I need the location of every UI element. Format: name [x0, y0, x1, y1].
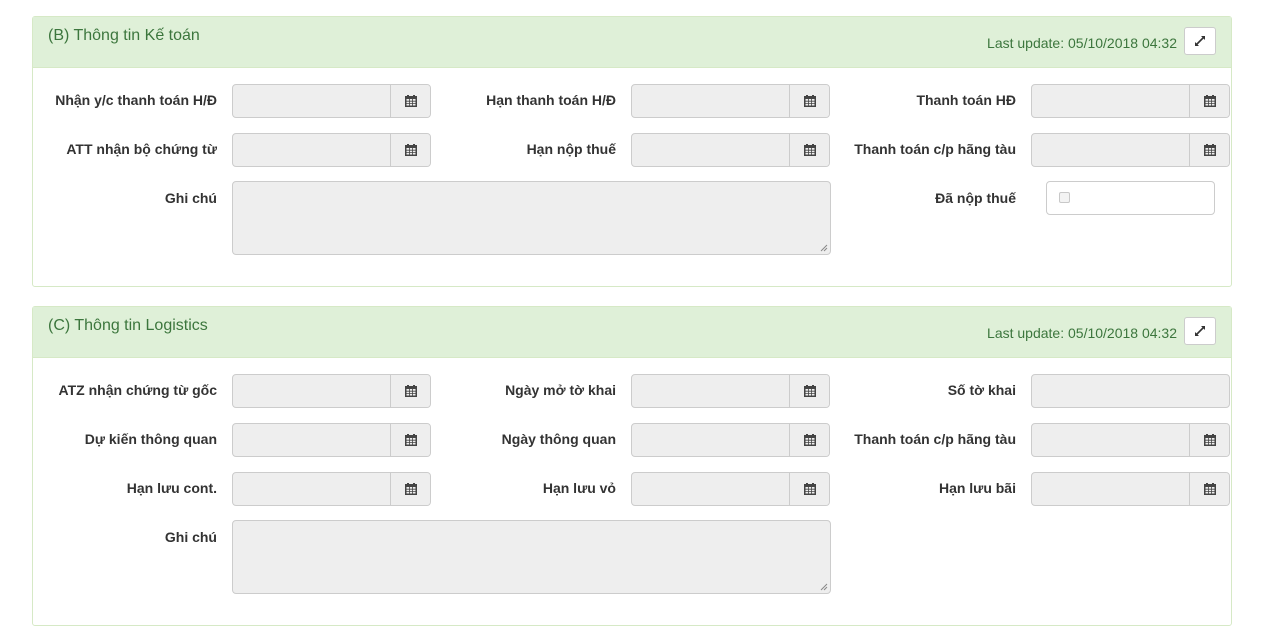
- calendar-icon: [804, 434, 816, 446]
- label-so-to-khai: Số tờ khai: [947, 382, 1016, 398]
- expand-button[interactable]: [1184, 27, 1216, 55]
- date-input[interactable]: [632, 134, 791, 166]
- expand-button[interactable]: [1184, 317, 1216, 345]
- date-thanh-toan-cp[interactable]: [1031, 133, 1230, 167]
- panel-logistics: (C) Thông tin Logistics Last update: 05/…: [32, 306, 1232, 626]
- date-han-luu-vo[interactable]: [631, 472, 830, 506]
- label-thanh-toan-hd: Thanh toán HĐ: [916, 92, 1016, 108]
- calendar-icon: [804, 95, 816, 107]
- date-att-nhan[interactable]: [232, 133, 431, 167]
- date-han-luu-cont[interactable]: [232, 472, 431, 506]
- label-han-luu-vo: Hạn lưu vỏ: [542, 480, 616, 496]
- date-han-nop-thue[interactable]: [631, 133, 830, 167]
- last-update-text: Last update: 05/10/2018 04:32: [987, 35, 1177, 51]
- calendar-icon: [1204, 95, 1216, 107]
- declaration-number-input[interactable]: [1031, 374, 1230, 408]
- resize-grip-icon[interactable]: [820, 583, 828, 591]
- calendar-icon: [1204, 144, 1216, 156]
- label-ghi-chu: Ghi chú: [164, 190, 217, 206]
- label-thanh-toan-cp: Thanh toán c/p hãng tàu: [854, 141, 1016, 157]
- date-du-kien-thong-quan[interactable]: [232, 423, 431, 457]
- date-input[interactable]: [632, 85, 791, 117]
- date-ngay-thong-quan[interactable]: [631, 423, 830, 457]
- date-input[interactable]: [233, 134, 392, 166]
- tax-paid-checkbox-field: [1046, 181, 1215, 215]
- panel-heading: (B) Thông tin Kế toán Last update: 05/10…: [33, 17, 1231, 68]
- label-att-nhan: ATT nhận bộ chứng từ: [66, 141, 217, 157]
- calendar-button[interactable]: [1189, 424, 1229, 456]
- calendar-icon: [1204, 483, 1216, 495]
- label-han-luu-bai: Hạn lưu bãi: [938, 480, 1016, 496]
- label-ghi-chu: Ghi chú: [164, 529, 217, 545]
- panel-heading: (C) Thông tin Logistics Last update: 05/…: [33, 307, 1231, 358]
- date-input[interactable]: [632, 424, 791, 456]
- date-input[interactable]: [233, 424, 392, 456]
- label-atz-nhan: ATZ nhận chứng từ gốc: [58, 382, 217, 398]
- date-atz-nhan[interactable]: [232, 374, 431, 408]
- label-thanh-toan-cp: Thanh toán c/p hãng tàu: [854, 431, 1016, 447]
- calendar-button[interactable]: [1189, 134, 1229, 166]
- calendar-icon: [804, 483, 816, 495]
- label-ngay-thong-quan: Ngày thông quan: [501, 431, 616, 447]
- date-han-thanh-toan[interactable]: [631, 84, 830, 118]
- calendar-button[interactable]: [1189, 473, 1229, 505]
- panel-accounting: (B) Thông tin Kế toán Last update: 05/10…: [32, 16, 1232, 287]
- expand-icon: [1195, 326, 1205, 336]
- date-input[interactable]: [1032, 473, 1191, 505]
- date-input[interactable]: [1032, 134, 1191, 166]
- expand-icon: [1195, 36, 1205, 46]
- date-input[interactable]: [233, 375, 392, 407]
- label-da-nop-thue: Đã nộp thuế: [935, 190, 1016, 206]
- tax-paid-checkbox[interactable]: [1059, 192, 1070, 203]
- notes-textarea[interactable]: [232, 520, 831, 594]
- date-han-luu-bai[interactable]: [1031, 472, 1230, 506]
- notes-textarea[interactable]: [232, 181, 831, 255]
- label-du-kien-thong-quan: Dự kiến thông quan: [84, 431, 217, 447]
- label-ngay-mo-to-khai: Ngày mở tờ khai: [505, 382, 616, 398]
- date-input[interactable]: [233, 473, 392, 505]
- date-input[interactable]: [632, 473, 791, 505]
- last-update-text: Last update: 05/10/2018 04:32: [987, 325, 1177, 341]
- date-ngay-mo-to-khai[interactable]: [631, 374, 830, 408]
- calendar-icon: [804, 385, 816, 397]
- calendar-button[interactable]: [1189, 85, 1229, 117]
- label-han-thanh-toan: Hạn thanh toán H/Đ: [486, 92, 616, 108]
- panel-title: (C) Thông tin Logistics: [48, 317, 208, 334]
- date-input[interactable]: [233, 85, 392, 117]
- date-nhan-yc[interactable]: [232, 84, 431, 118]
- date-input[interactable]: [1032, 424, 1191, 456]
- date-input[interactable]: [632, 375, 791, 407]
- date-thanh-toan-hd[interactable]: [1031, 84, 1230, 118]
- label-han-luu-cont: Hạn lưu cont.: [126, 480, 217, 496]
- calendar-icon: [1204, 434, 1216, 446]
- resize-grip-icon[interactable]: [820, 244, 828, 252]
- calendar-icon: [804, 144, 816, 156]
- label-han-nop-thue: Hạn nộp thuế: [526, 141, 616, 157]
- label-nhan-yc: Nhận y/c thanh toán H/Đ: [55, 92, 217, 108]
- date-thanh-toan-cp[interactable]: [1031, 423, 1230, 457]
- panel-title: (B) Thông tin Kế toán: [48, 27, 200, 44]
- date-input[interactable]: [1032, 85, 1191, 117]
